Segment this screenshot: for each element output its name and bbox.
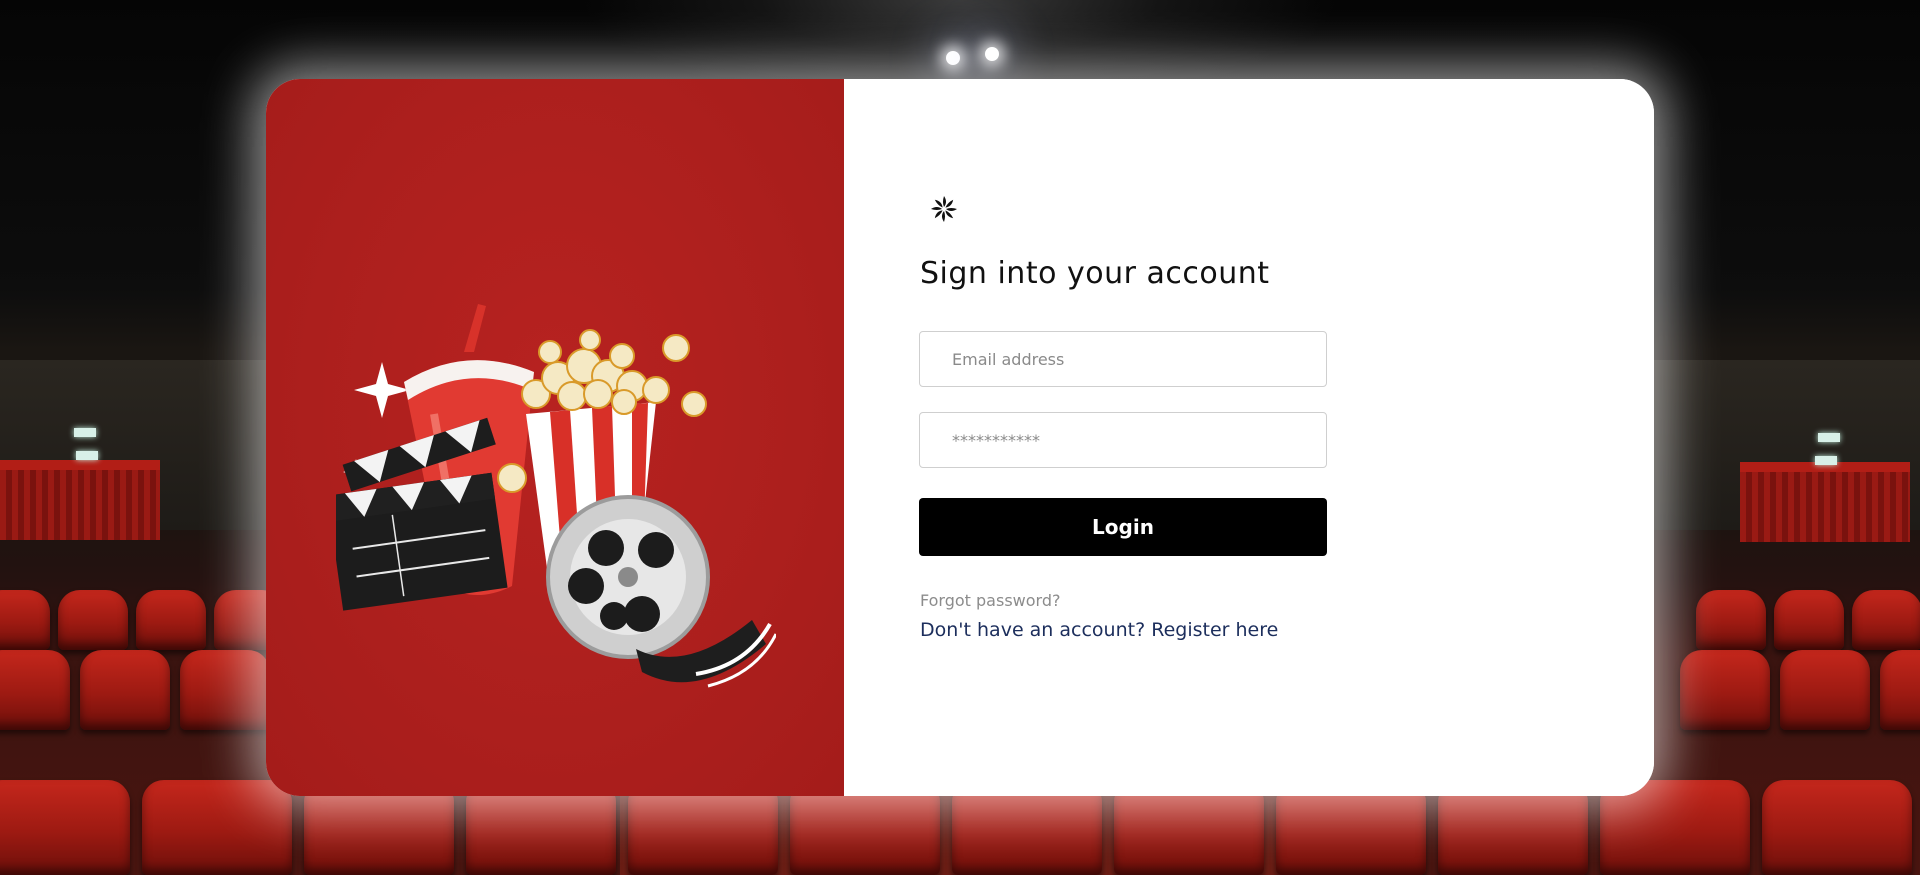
theater-seat xyxy=(1774,590,1844,650)
login-button[interactable]: Login xyxy=(919,498,1327,556)
theater-seat xyxy=(1680,650,1770,730)
signin-title: Sign into your account xyxy=(920,256,1270,291)
theater-seat xyxy=(80,650,170,730)
theater-curtain xyxy=(0,460,160,540)
exit-sign xyxy=(74,428,96,437)
email-input[interactable] xyxy=(919,331,1327,387)
theater-seat xyxy=(1852,590,1920,650)
loader-icon xyxy=(931,196,957,222)
exit-sign xyxy=(76,451,98,460)
brand-logo xyxy=(924,189,964,229)
forgot-password-link[interactable]: Forgot password? xyxy=(920,591,1060,610)
theater-seat xyxy=(1762,780,1912,875)
clapperboard xyxy=(336,417,508,611)
register-here-label: Register here xyxy=(1151,619,1279,641)
theater-seat xyxy=(136,590,206,650)
theater-seat xyxy=(1696,590,1766,650)
theater-seat xyxy=(1880,650,1920,730)
exit-sign xyxy=(1818,433,1840,442)
film-reel xyxy=(546,495,776,688)
illustration-panel xyxy=(266,79,844,796)
password-input[interactable] xyxy=(919,412,1327,468)
ceiling-light xyxy=(946,51,960,65)
theater-seat xyxy=(0,780,130,875)
theater-seat xyxy=(0,590,50,650)
register-link[interactable]: Don't have an account? Register here xyxy=(920,619,1278,641)
theater-seat xyxy=(0,650,70,730)
register-prompt: Don't have an account? xyxy=(920,619,1146,641)
theater-seat xyxy=(180,650,270,730)
theater-curtain xyxy=(1740,462,1910,542)
theater-seat xyxy=(58,590,128,650)
cinema-illustration xyxy=(336,304,776,688)
ceiling-light xyxy=(985,47,999,61)
theater-seat xyxy=(1780,650,1870,730)
exit-sign xyxy=(1815,456,1837,465)
